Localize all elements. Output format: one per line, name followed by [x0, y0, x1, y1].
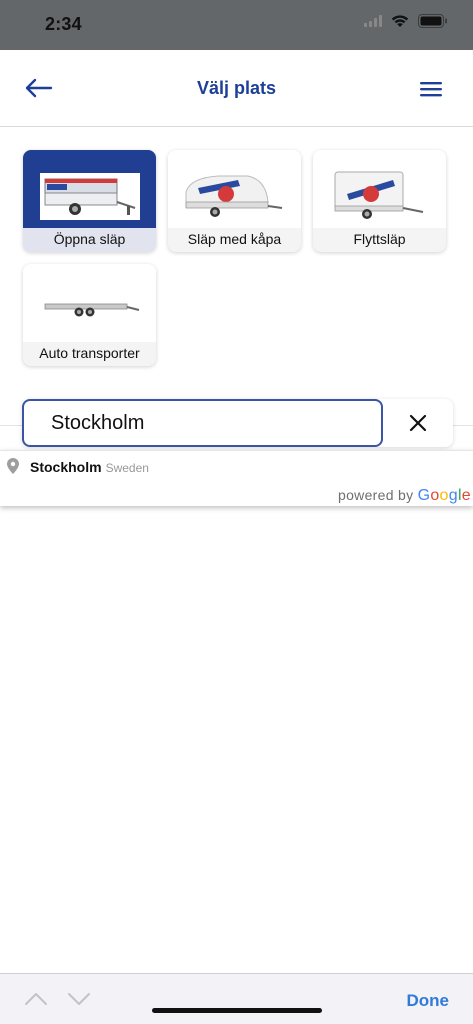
battery-icon	[418, 14, 447, 28]
home-indicator	[152, 1008, 322, 1013]
keyboard-toolbar: Done	[0, 973, 473, 1024]
trailer-card-auto-transporter[interactable]: Auto transporter	[23, 264, 156, 366]
status-icons	[364, 14, 448, 28]
trailer-card-flyttslap[interactable]: Flyttsläp	[313, 150, 446, 252]
done-button[interactable]: Done	[407, 991, 450, 1011]
trailer-image	[23, 264, 156, 342]
powered-by-text: powered by	[337, 487, 414, 503]
suggestion-name: Stockholm	[30, 459, 102, 475]
clear-search-button[interactable]	[383, 399, 453, 447]
menu-button[interactable]	[419, 79, 443, 99]
trailer-image	[313, 150, 446, 228]
location-search-input[interactable]	[22, 399, 383, 447]
trailer-image	[23, 150, 156, 228]
hamburger-menu-icon	[420, 82, 442, 97]
trailer-card-label: Släp med kåpa	[187, 231, 282, 247]
map-pin-icon	[7, 458, 19, 474]
trailer-card-label: Öppna släp	[53, 231, 126, 247]
wifi-icon	[391, 15, 409, 27]
status-time: 2:34	[45, 14, 82, 34]
google-logo: Google	[417, 487, 471, 504]
trailer-card-label: Flyttsläp	[353, 231, 406, 247]
chevron-up-icon	[25, 993, 47, 1005]
chevron-down-icon	[68, 993, 90, 1005]
suggestion-item[interactable]: Stockholm Sweden	[0, 451, 473, 481]
next-field-button[interactable]	[67, 992, 91, 1006]
status-bar: 2:34	[0, 0, 473, 50]
trailer-image	[168, 150, 301, 228]
trailer-card-slap-med-kapa[interactable]: Släp med kåpa	[168, 150, 301, 252]
previous-field-button[interactable]	[24, 992, 48, 1006]
suggestion-main-text: Stockholm Sweden	[30, 459, 149, 475]
close-icon	[409, 414, 427, 432]
trailer-card-label: Auto transporter	[39, 345, 140, 361]
powered-by-google: powered by Google	[338, 487, 471, 505]
signal-icon	[364, 15, 382, 27]
page-title: Välj plats	[196, 78, 277, 98]
app-header: Välj plats	[0, 50, 473, 127]
search-bar	[22, 399, 453, 447]
suggestion-secondary-text: Sweden	[105, 461, 149, 475]
trailer-card-oppna-slap[interactable]: Öppna släp	[23, 150, 156, 252]
autocomplete-dropdown: Stockholm Sweden powered by Google	[0, 450, 473, 506]
